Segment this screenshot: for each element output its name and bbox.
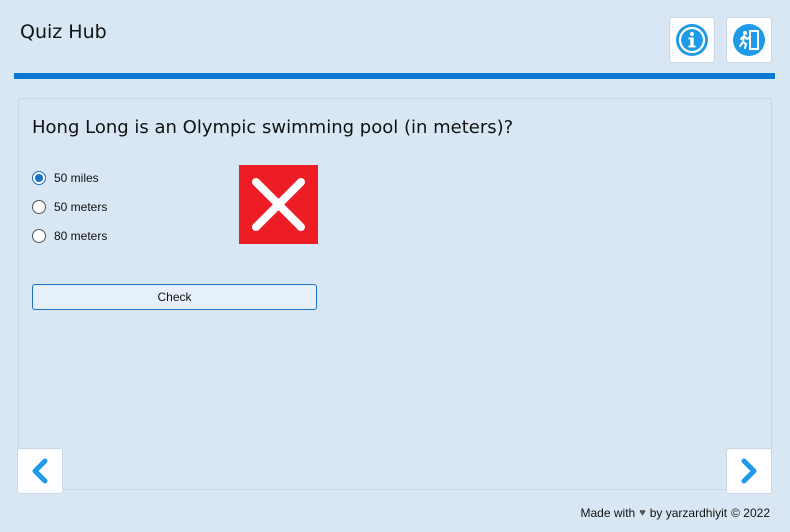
- check-button[interactable]: Check: [32, 284, 317, 310]
- footer-made-with: Made with: [580, 506, 636, 520]
- chevron-left-icon: [32, 458, 48, 484]
- next-button[interactable]: [726, 448, 772, 494]
- heart-icon: ♥: [639, 507, 646, 519]
- header-accent-bar: [14, 73, 775, 79]
- option-80-meters[interactable]: 80 meters: [32, 227, 107, 245]
- chevron-right-icon: [741, 458, 757, 484]
- footer-copyright: © 2022: [731, 506, 770, 520]
- option-50-meters[interactable]: 50 meters: [32, 198, 107, 216]
- exit-door-icon: [733, 24, 765, 56]
- option-label: 80 meters: [54, 229, 108, 243]
- radio-button[interactable]: [32, 229, 46, 243]
- radio-button[interactable]: [32, 200, 46, 214]
- previous-button[interactable]: [17, 448, 63, 494]
- radio-button[interactable]: [32, 171, 46, 185]
- option-50-miles[interactable]: 50 miles: [32, 169, 99, 187]
- footer-author: by yarzardhiyit: [649, 506, 728, 520]
- app-title: Quiz Hub: [20, 21, 107, 43]
- option-label: 50 meters: [54, 200, 108, 214]
- info-button[interactable]: [669, 17, 715, 63]
- question-text: Hong Long is an Olympic swimming pool (i…: [32, 117, 514, 138]
- info-icon: [676, 24, 708, 56]
- exit-button[interactable]: [726, 17, 772, 63]
- option-label: 50 miles: [54, 171, 99, 185]
- wrong-answer-icon: [239, 165, 318, 244]
- footer-credit: Made with ♥ by yarzardhiyit © 2022: [581, 506, 770, 520]
